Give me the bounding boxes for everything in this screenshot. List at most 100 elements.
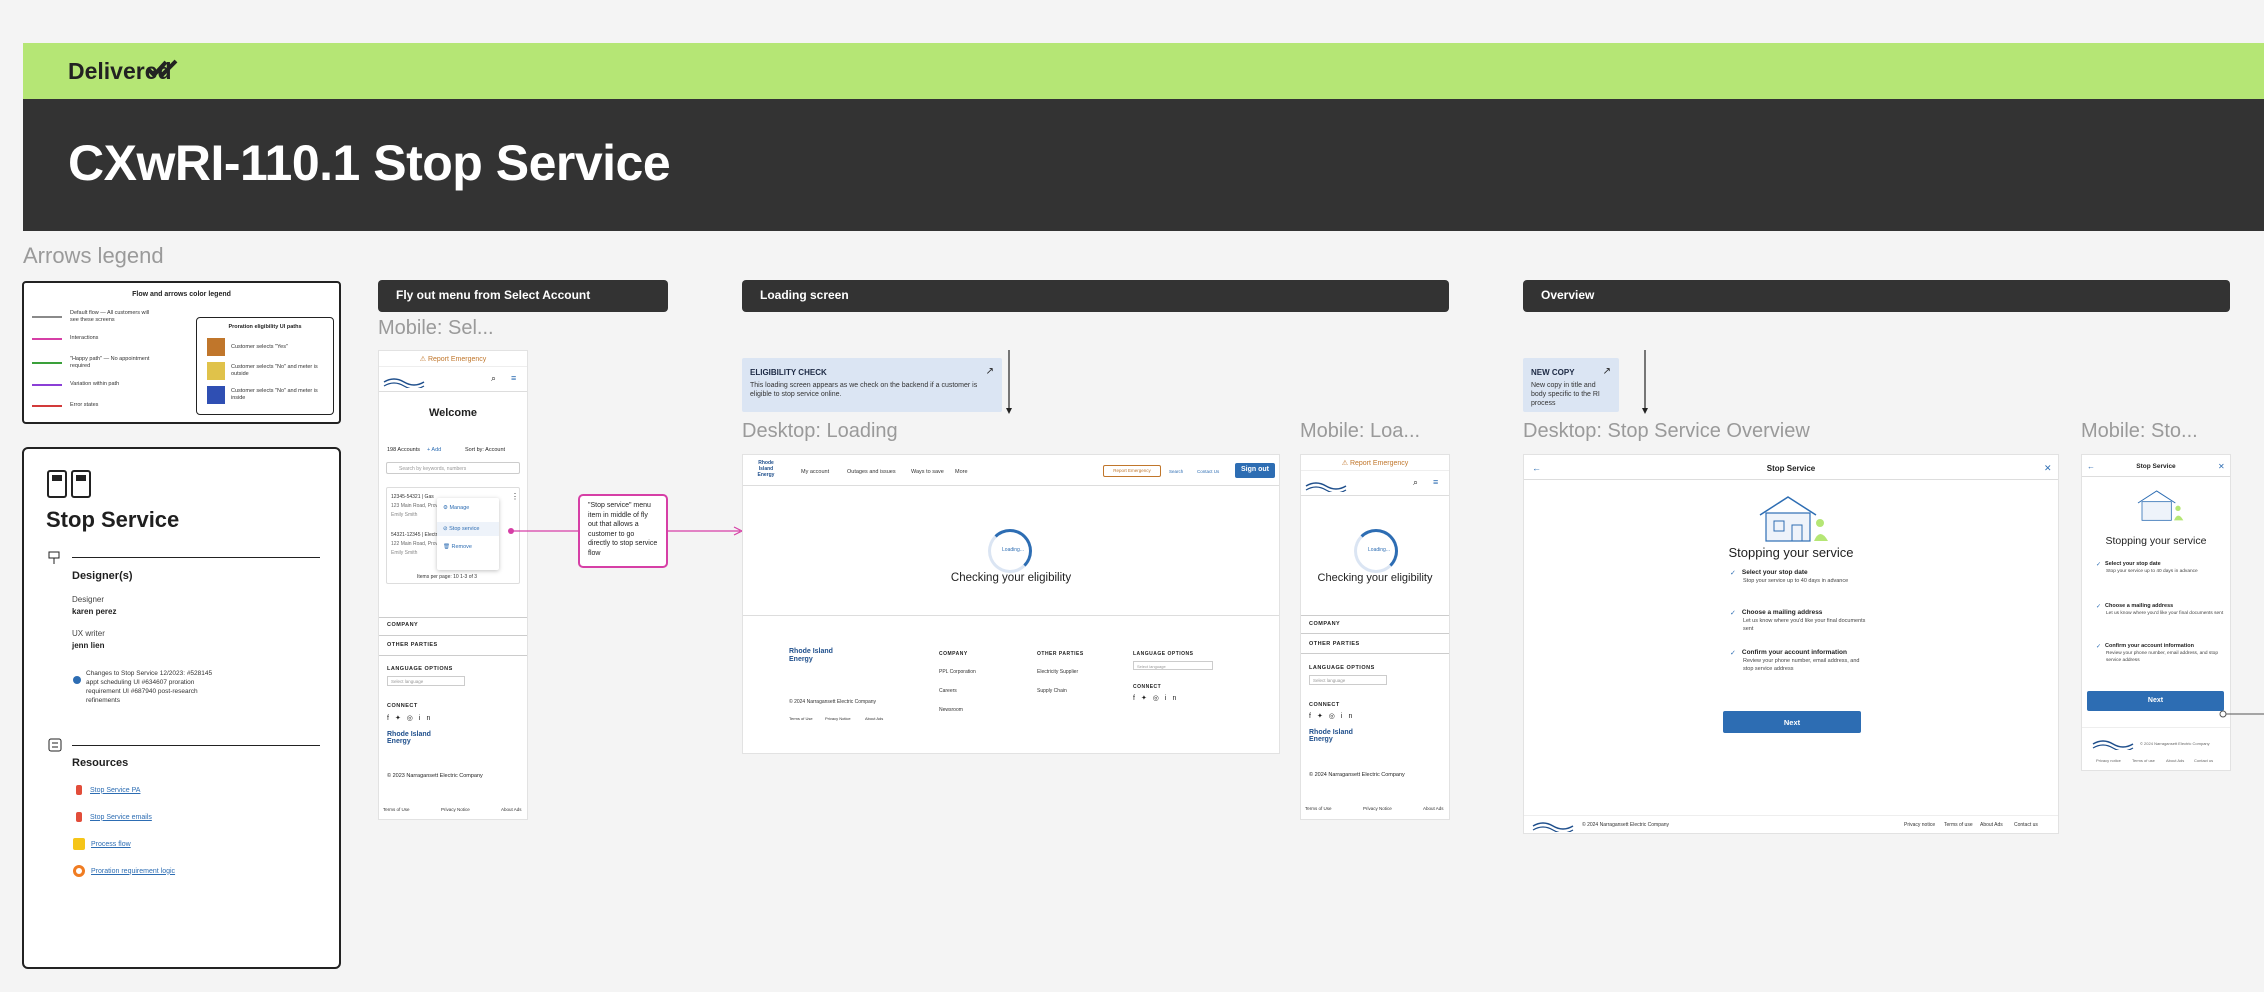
company-accordion[interactable]: COMPANY bbox=[1309, 621, 1340, 627]
search-link[interactable]: Search bbox=[1169, 469, 1183, 474]
legend-item: Interactions bbox=[32, 335, 152, 342]
designer-icon bbox=[48, 551, 60, 570]
writer-role: UX writer bbox=[72, 629, 105, 638]
terms-link[interactable]: Terms of Use bbox=[1305, 806, 1332, 811]
account-address: 122 Main Road, Provi... bbox=[391, 541, 444, 547]
legend-item: Variation within path bbox=[32, 381, 152, 388]
nav-more[interactable]: More bbox=[955, 469, 968, 475]
footer-link[interactable]: Supply Chain bbox=[1037, 688, 1067, 694]
divider bbox=[72, 745, 320, 746]
overview-heading: Stopping your service bbox=[1728, 545, 1854, 560]
step-item: ✓ Confirm your account information Review… bbox=[1730, 649, 1860, 672]
about-ads-link[interactable]: About Ads bbox=[1980, 822, 2003, 828]
search-icon[interactable]: ⌕ bbox=[1413, 477, 1418, 488]
menu-icon[interactable]: ≡ bbox=[1433, 477, 1438, 487]
report-emergency-link[interactable]: ⚠ Report Emergency bbox=[1301, 455, 1449, 471]
copyright: © 2024 Narragansett Electric Company bbox=[1309, 772, 1405, 778]
checking-heading: Checking your eligibility bbox=[1317, 572, 1433, 584]
privacy-link[interactable]: Privacy Notice bbox=[825, 716, 851, 721]
close-icon[interactable]: ✕ bbox=[2044, 463, 2052, 474]
divider bbox=[1524, 815, 2058, 816]
terms-link[interactable]: Terms of use bbox=[1944, 822, 1973, 828]
menu-item-manage[interactable]: ⚙ Manage bbox=[443, 505, 469, 511]
about-ads-link[interactable]: About Ads bbox=[865, 716, 883, 721]
flow-arrow bbox=[1006, 350, 1012, 421]
social-icons[interactable]: f✦◎in bbox=[1309, 712, 1358, 720]
miro-icon bbox=[73, 838, 85, 850]
other-parties-accordion[interactable]: OTHER PARTIES bbox=[387, 642, 438, 648]
account-item[interactable]: 54321-12345 | Electr... bbox=[391, 532, 441, 538]
contact-link[interactable]: Contact us bbox=[2014, 822, 2038, 828]
report-emergency-button[interactable]: Report Emergency bbox=[1103, 465, 1161, 477]
menu-item-stop-service[interactable]: ⊘ Stop service bbox=[437, 522, 499, 536]
project-title: Stop Service bbox=[46, 507, 180, 532]
footer-link[interactable]: Newsroom bbox=[939, 707, 963, 713]
house-illustration-icon bbox=[2130, 485, 2190, 530]
menu-item-remove[interactable]: 🗑 Remove bbox=[443, 544, 472, 550]
welcome-heading: Welcome bbox=[428, 407, 478, 419]
privacy-link[interactable]: Privacy Notice bbox=[441, 807, 470, 812]
next-button[interactable]: Next bbox=[1723, 711, 1861, 733]
company-heading: COMPANY bbox=[939, 651, 968, 657]
add-account-button[interactable]: + Add bbox=[427, 447, 441, 453]
terms-link[interactable]: Terms of Use bbox=[383, 807, 410, 812]
account-search-input[interactable]: Search by keywords, numbers bbox=[386, 462, 520, 474]
privacy-link[interactable]: Privacy notice bbox=[1904, 822, 1935, 828]
search-icon[interactable]: ⌕ bbox=[491, 373, 496, 384]
copyright: © 2024 Narragansett Electric Company bbox=[2140, 741, 2210, 746]
company-accordion[interactable]: COMPANY bbox=[387, 622, 418, 628]
privacy-link[interactable]: Privacy notice bbox=[2096, 758, 2121, 763]
footer-link[interactable]: Electricity Supplier bbox=[1037, 669, 1078, 675]
nav-ways-to-save[interactable]: Ways to save bbox=[911, 469, 944, 475]
nav-my-account[interactable]: My account bbox=[801, 469, 829, 475]
project-info-card: Stop Service Designer(s) Designer karen … bbox=[22, 447, 341, 969]
footer-link[interactable]: PPL Corporation bbox=[939, 669, 976, 675]
report-emergency-link[interactable]: ⚠ Report Emergency bbox=[379, 351, 527, 367]
designers-heading: Designer(s) bbox=[72, 570, 133, 582]
check-icon: ✓ bbox=[1730, 610, 1736, 617]
account-item[interactable]: 12345-54321 | Gas bbox=[391, 494, 434, 500]
about-ads-link[interactable]: About Ads bbox=[1423, 806, 1444, 811]
about-ads-link[interactable]: About Ads bbox=[501, 807, 522, 812]
note-title: NEW COPY bbox=[1531, 368, 1575, 377]
resource-link[interactable]: Stop Service PA bbox=[76, 785, 140, 795]
nav-outages[interactable]: Outages and issues bbox=[847, 469, 896, 475]
resource-link[interactable]: Proration requirement logic bbox=[73, 865, 175, 877]
language-select[interactable]: Select language bbox=[1309, 675, 1387, 685]
frame-label: Mobile: Loa... bbox=[1300, 420, 1421, 442]
checking-heading: Checking your eligibility bbox=[950, 572, 1072, 584]
resource-link[interactable]: Stop Service emails bbox=[76, 812, 152, 822]
divider bbox=[2082, 727, 2230, 728]
next-button[interactable]: Next bbox=[2087, 691, 2224, 711]
house-illustration-icon bbox=[1748, 493, 1838, 548]
menu-icon[interactable]: ≡ bbox=[511, 373, 516, 383]
privacy-link[interactable]: Privacy Notice bbox=[1363, 806, 1392, 811]
more-options-icon[interactable]: ⋮ bbox=[511, 492, 519, 501]
check-icon: ✓ bbox=[1730, 570, 1736, 577]
contact-link[interactable]: Contact Us bbox=[1197, 469, 1219, 474]
about-ads-link[interactable]: About Ads bbox=[2166, 758, 2184, 763]
terms-link[interactable]: Terms of Use bbox=[789, 716, 813, 721]
account-name: Emily Smith bbox=[391, 550, 418, 556]
external-link-icon[interactable]: ↗ bbox=[1603, 366, 1611, 377]
other-parties-accordion[interactable]: OTHER PARTIES bbox=[1309, 641, 1360, 647]
external-link-icon[interactable]: ↗ bbox=[986, 366, 994, 377]
divider bbox=[72, 557, 320, 558]
contact-link[interactable]: Contact us bbox=[2194, 758, 2213, 763]
social-icons[interactable]: f✦◎in bbox=[387, 714, 436, 722]
designer-role: Designer bbox=[72, 595, 105, 604]
legend-card: Flow and arrows color legend Default flo… bbox=[22, 281, 341, 424]
resource-link[interactable]: Process flow bbox=[73, 838, 131, 850]
social-icons[interactable]: f✦◎in bbox=[1133, 694, 1182, 702]
proration-item: Customer selects "Yes" bbox=[207, 338, 327, 356]
terms-link[interactable]: Terms of use bbox=[2132, 758, 2155, 763]
close-icon[interactable]: ✕ bbox=[2218, 462, 2225, 471]
language-select[interactable]: Select language bbox=[1133, 661, 1213, 670]
language-select[interactable]: Select language bbox=[387, 676, 465, 686]
sign-out-button[interactable]: Sign out bbox=[1235, 463, 1275, 478]
sort-select[interactable]: Sort by: Account bbox=[465, 447, 505, 453]
pagination[interactable]: Items per page: 10 1-3 of 3 bbox=[417, 574, 477, 580]
figma-icon bbox=[76, 785, 82, 795]
footer-link[interactable]: Careers bbox=[939, 688, 957, 694]
account-address: 123 Main Road, Provi... bbox=[391, 503, 444, 509]
